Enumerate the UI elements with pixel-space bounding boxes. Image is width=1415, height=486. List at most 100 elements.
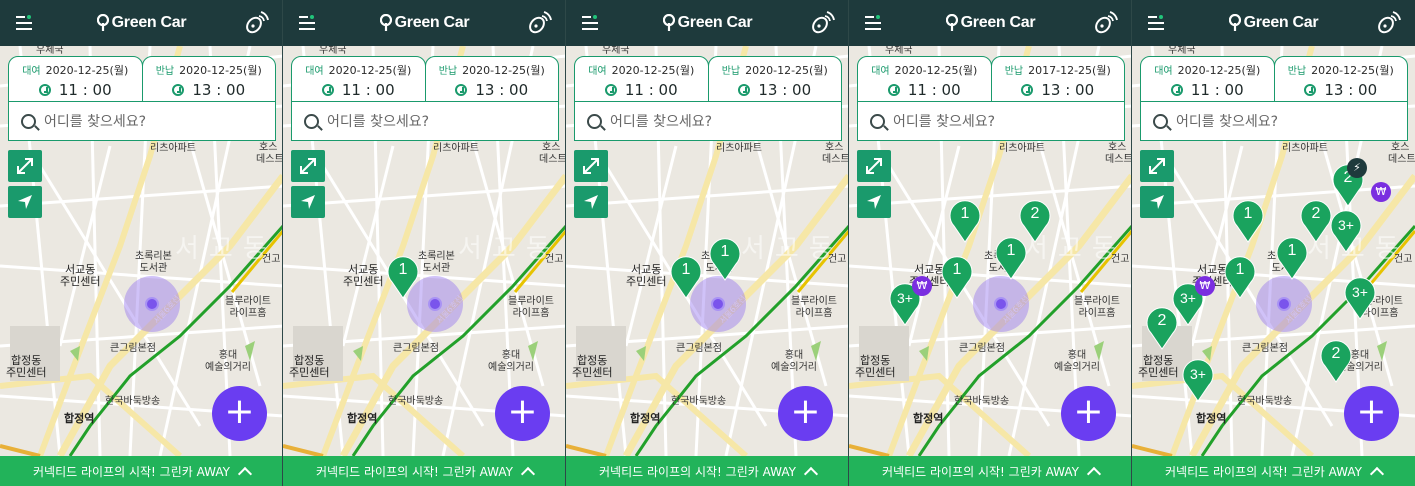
- car-cluster-pin[interactable]: 2: [1320, 339, 1352, 383]
- rental-period-selector: 대여 2020-12-25(월) 11 : 00 반납 2020-12-25(월) …: [574, 56, 842, 102]
- my-location-button[interactable]: [574, 186, 608, 218]
- pin-count: 2: [1331, 345, 1341, 362]
- rent-date-box[interactable]: 대여 2020-12-25(월) 11 : 00: [574, 56, 709, 102]
- search-input[interactable]: 어디를 찾으세요?: [857, 101, 1125, 141]
- smart-key-icon[interactable]: [809, 10, 835, 36]
- car-cluster-pin[interactable]: 3+: [1330, 209, 1362, 253]
- car-cluster-pin[interactable]: 1: [709, 237, 741, 281]
- logo-pin-icon: [1228, 14, 1241, 31]
- clock-icon: [1170, 84, 1183, 96]
- pin-count: 3+: [1338, 217, 1354, 233]
- promo-bottom-bar[interactable]: 커넥티드 라이프의 시작! 그린카 AWAY: [1132, 456, 1415, 486]
- car-cluster-pin[interactable]: 1: [387, 255, 419, 299]
- promo-bottom-bar[interactable]: 커넥티드 라이프의 시작! 그린카 AWAY: [283, 456, 565, 486]
- pin-count: 1: [1287, 242, 1297, 259]
- my-location-button[interactable]: [857, 186, 891, 218]
- map-label-station: 합정역: [64, 412, 95, 425]
- return-date-box[interactable]: 반납 2020-12-25(월) 13 : 00: [1273, 56, 1408, 102]
- hamburger-menu-icon[interactable]: [865, 15, 881, 30]
- return-date: 2017-12-25(월): [1028, 64, 1111, 77]
- search-input[interactable]: 어디를 찾으세요?: [291, 101, 559, 141]
- pin-count: 1: [1243, 205, 1253, 222]
- expand-map-button[interactable]: [8, 150, 42, 182]
- car-cluster-pin[interactable]: 1: [1224, 255, 1256, 299]
- promo-bottom-bar[interactable]: 커넥티드 라이프의 시작! 그린카 AWAY: [849, 456, 1131, 486]
- search-input[interactable]: 어디를 찾으세요?: [1140, 101, 1408, 141]
- map-label-dest: 데스트: [256, 154, 283, 165]
- return-date-box[interactable]: 반납 2020-12-25(월) 13 : 00: [424, 56, 559, 102]
- car-cluster-pin[interactable]: 3+: [1344, 276, 1376, 320]
- promo-text: 커넥티드 라이프의 시작! 그린카 AWAY: [882, 464, 1079, 479]
- car-cluster-pin[interactable]: 3+: [1182, 358, 1214, 402]
- smart-key-icon[interactable]: [243, 10, 269, 36]
- map-label-gunggo: 건고: [545, 254, 564, 265]
- hamburger-menu-icon[interactable]: [1148, 15, 1164, 30]
- map-label-hose: 호스: [542, 142, 561, 153]
- search-icon: [304, 113, 319, 129]
- map-label-hongdae: 홍대 예술의거리: [771, 350, 817, 373]
- rent-tag: 대여: [22, 66, 41, 77]
- smart-key-icon[interactable]: [1375, 10, 1401, 36]
- hamburger-menu-icon[interactable]: [582, 15, 598, 30]
- current-location-marker: [124, 276, 180, 332]
- map-label-baduk: 한국바둑방송: [105, 396, 161, 407]
- won-price-badge[interactable]: ₩: [1371, 182, 1391, 202]
- map-label-hongdae: 홍대 예술의거리: [205, 350, 251, 373]
- promo-bottom-bar[interactable]: 커넥티드 라이프의 시작! 그린카 AWAY: [0, 456, 282, 486]
- car-cluster-pin[interactable]: 2: [1146, 306, 1178, 350]
- my-location-button[interactable]: [291, 186, 325, 218]
- my-location-button[interactable]: [1140, 186, 1174, 218]
- add-fab-button[interactable]: +: [778, 386, 833, 441]
- promo-bottom-bar[interactable]: 커넥티드 라이프의 시작! 그린카 AWAY: [566, 456, 848, 486]
- map-label-dest: 데스트: [1388, 154, 1415, 165]
- add-fab-button[interactable]: +: [495, 386, 550, 441]
- rent-date-box[interactable]: 대여 2020-12-25(월) 11 : 00: [857, 56, 992, 102]
- search-input[interactable]: 어디를 찾으세요?: [8, 101, 276, 141]
- rent-date-box[interactable]: 대여 2020-12-25(월) 11 : 00: [291, 56, 426, 102]
- hamburger-menu-icon[interactable]: [16, 15, 32, 30]
- smart-key-icon[interactable]: [1092, 10, 1118, 36]
- car-cluster-pin[interactable]: 1: [670, 255, 702, 299]
- return-date-box[interactable]: 반납 2020-12-25(월) 13 : 00: [707, 56, 842, 102]
- map-label-hose: 호스: [1108, 142, 1127, 153]
- rent-time: 11 : 00: [58, 81, 112, 99]
- map-label-library: 초록리본도서관: [418, 251, 455, 274]
- rent-time: 11 : 00: [624, 81, 678, 99]
- logo-pin-icon: [662, 14, 675, 31]
- add-fab-button[interactable]: +: [1061, 386, 1116, 441]
- map-label-hose: 호스: [1391, 142, 1410, 153]
- add-fab-button[interactable]: +: [1344, 386, 1399, 441]
- promo-text: 커넥티드 라이프의 시작! 그린카 AWAY: [316, 464, 513, 479]
- map-label-seogyo: 서교동주민센터: [626, 263, 667, 288]
- search-placeholder: 어디를 찾으세요?: [44, 114, 147, 130]
- electric-charge-icon[interactable]: ⚡: [1347, 158, 1367, 178]
- smart-key-icon[interactable]: [526, 10, 552, 36]
- car-cluster-pin[interactable]: 1: [1276, 236, 1308, 280]
- chevron-up-icon: [803, 466, 819, 481]
- car-cluster-pin[interactable]: 1: [949, 199, 981, 243]
- expand-map-button[interactable]: [574, 150, 608, 182]
- hamburger-menu-icon[interactable]: [299, 15, 315, 30]
- car-cluster-pin[interactable]: 1: [995, 236, 1027, 280]
- won-price-badge[interactable]: ₩: [912, 276, 932, 296]
- rent-date-box[interactable]: 대여 2020-12-25(월) 11 : 00: [8, 56, 143, 102]
- return-date-box[interactable]: 반납 2017-12-25(월) 13 : 00: [990, 56, 1125, 102]
- won-price-badge[interactable]: ₩: [1195, 276, 1215, 296]
- return-tag: 반납: [1287, 66, 1307, 77]
- expand-map-button[interactable]: [857, 150, 891, 182]
- search-input[interactable]: 어디를 찾으세요?: [574, 101, 842, 141]
- add-fab-button[interactable]: +: [212, 386, 267, 441]
- car-cluster-pin[interactable]: 1: [941, 255, 973, 299]
- map-label-ritz-apt: 리츠아파트: [999, 143, 1045, 154]
- rent-date-box[interactable]: 대여 2020-12-25(월) 11 : 00: [1140, 56, 1275, 102]
- pin-count: 1: [960, 205, 970, 222]
- return-tag: 반납: [155, 66, 175, 77]
- expand-icon: [866, 158, 882, 174]
- pin-count: 2: [1157, 312, 1167, 329]
- expand-map-button[interactable]: [291, 150, 325, 182]
- my-location-button[interactable]: [8, 186, 42, 218]
- map-label-keun: 큰그림본점: [959, 343, 1005, 354]
- car-cluster-pin[interactable]: 1: [1232, 199, 1264, 243]
- expand-map-button[interactable]: [1140, 150, 1174, 182]
- return-date-box[interactable]: 반납 2020-12-25(월) 13 : 00: [141, 56, 276, 102]
